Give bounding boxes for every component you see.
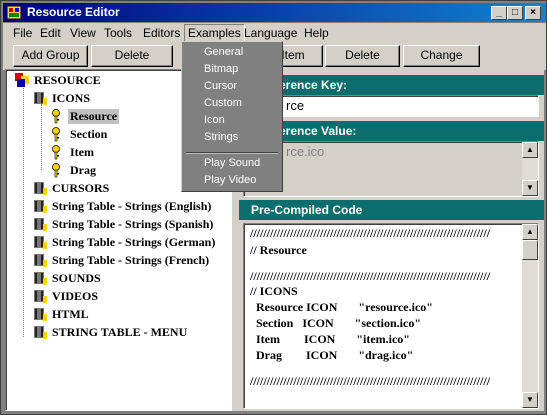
menu-item-general[interactable]: General — [204, 46, 243, 58]
film-icon — [34, 200, 47, 213]
tree-group-label: CURSORS — [52, 181, 110, 195]
menu-separator — [186, 152, 278, 154]
tree-group-label: String Table - Strings (German) — [52, 235, 216, 249]
add-group-button[interactable]: Add Group — [13, 45, 88, 67]
film-icon — [34, 254, 47, 267]
close-icon: × — [530, 7, 536, 18]
reference-value-header: erence Value: — [239, 121, 544, 141]
tree-group-label: String Table - Strings (Spanish) — [52, 217, 214, 231]
menu-language[interactable]: Language — [244, 26, 297, 40]
code-line: // Resource — [250, 243, 307, 257]
maximize-button[interactable]: □ — [507, 6, 523, 20]
tree-root-label: RESOURCE — [34, 73, 101, 87]
resource-editor-window: Resource Editor _ □ × File Edit View Too… — [0, 0, 547, 415]
code-line: ////////////////////////////////////////… — [250, 374, 491, 388]
tree-item-label: Item — [70, 145, 94, 159]
film-icon — [34, 290, 47, 303]
arrow-down-icon: ▼ — [526, 395, 534, 404]
arrow-down-icon: ▼ — [526, 183, 534, 192]
menu-item-cursor[interactable]: Cursor — [204, 80, 237, 92]
tree-item-label: Drag — [70, 163, 96, 177]
precompiled-code-area[interactable]: ////////////////////////////////////////… — [243, 223, 539, 409]
code-line: Drag ICON "drag.ico" — [250, 348, 414, 362]
key-icon — [52, 127, 60, 142]
scroll-down-button[interactable]: ▼ — [522, 180, 538, 196]
menu-item-icon[interactable]: Icon — [204, 114, 225, 126]
scroll-up-button[interactable]: ▲ — [522, 224, 538, 240]
tree-item-label: Section — [70, 127, 108, 141]
code-line: Item ICON "item.ico" — [250, 332, 410, 346]
examples-dropdown-menu: General Bitmap Cursor Custom Icon String… — [181, 41, 283, 192]
maximize-icon: □ — [511, 7, 519, 18]
arrow-up-icon: ▲ — [526, 145, 534, 154]
reference-value-label: erence Value: — [279, 124, 357, 138]
code-scrollbar[interactable]: ▲ ▼ — [522, 224, 538, 408]
reference-key-value: rce — [286, 98, 305, 113]
film-icon — [34, 218, 47, 231]
reference-key-header: erence Key: — [239, 75, 544, 95]
code-line: // ICONS — [250, 284, 298, 298]
menu-bar: File Edit View Tools Editors Examples La… — [3, 23, 546, 42]
close-button[interactable]: × — [525, 6, 541, 20]
app-icon — [7, 6, 21, 19]
window-title: Resource Editor — [27, 5, 120, 19]
film-icon — [34, 308, 47, 321]
code-line: ////////////////////////////////////////… — [250, 226, 491, 240]
film-icon — [34, 236, 47, 249]
right-pane: erence Key: rce erence Value: rce.ico ▲ … — [239, 69, 544, 411]
menu-item-custom[interactable]: Custom — [204, 97, 242, 109]
reference-key-input[interactable]: rce — [243, 95, 539, 117]
tree-line — [41, 104, 42, 170]
change-button[interactable]: Change — [403, 45, 480, 67]
minimize-button[interactable]: _ — [491, 6, 507, 20]
precompiled-header: Pre-Compiled Code — [239, 200, 544, 220]
resource-root-icon — [15, 73, 29, 87]
reference-value-scrollbar[interactable]: ▲ ▼ — [522, 142, 538, 196]
key-icon — [52, 145, 60, 160]
film-icon — [34, 272, 47, 285]
menu-editors[interactable]: Editors — [143, 26, 180, 40]
precompiled-label: Pre-Compiled Code — [251, 203, 363, 217]
minimize-icon: _ — [496, 7, 502, 18]
tree-group-label: ICONS — [52, 91, 91, 105]
delete-group-button[interactable]: Delete — [91, 45, 173, 67]
code-line: ////////////////////////////////////////… — [250, 269, 491, 283]
menu-item-bitmap[interactable]: Bitmap — [204, 63, 238, 75]
menu-item-play-video[interactable]: Play Video — [204, 174, 256, 186]
reference-key-label: erence Key: — [279, 78, 348, 92]
tree-group-label: STRING TABLE - MENU — [52, 325, 188, 339]
film-icon — [34, 326, 47, 339]
film-icon — [34, 92, 47, 105]
menu-view[interactable]: View — [70, 26, 96, 40]
reference-value-value: rce.ico — [286, 144, 325, 159]
tree-group-label: SOUNDS — [52, 271, 101, 285]
scroll-down-button[interactable]: ▼ — [522, 392, 538, 408]
code-line: Section ICON "section.ico" — [250, 316, 421, 330]
reference-value-input[interactable]: rce.ico ▲ ▼ — [243, 141, 539, 197]
key-icon — [52, 163, 60, 178]
menu-item-strings[interactable]: Strings — [204, 131, 238, 143]
code-line: Resource ICON "resource.ico" — [250, 300, 433, 314]
scroll-thumb[interactable] — [522, 240, 538, 260]
tree-group-label: String Table - Strings (English) — [52, 199, 212, 213]
tree-item-label: Resource — [68, 109, 120, 124]
menu-help[interactable]: Help — [304, 26, 329, 40]
menu-item-play-sound[interactable]: Play Sound — [204, 157, 260, 169]
film-icon — [34, 182, 47, 195]
delete-item-button[interactable]: Delete — [325, 45, 400, 67]
arrow-up-icon: ▲ — [526, 227, 534, 236]
title-bar[interactable]: Resource Editor _ □ × — [3, 3, 546, 22]
tree-line — [23, 86, 24, 337]
scroll-up-button[interactable]: ▲ — [522, 142, 538, 158]
menu-file[interactable]: File — [13, 26, 32, 40]
tree-group-label: String Table - Strings (French) — [52, 253, 210, 267]
tree-group-label: VIDEOS — [52, 289, 99, 303]
key-icon — [52, 109, 60, 124]
tree-group-label: HTML — [52, 307, 89, 321]
menu-edit[interactable]: Edit — [40, 26, 61, 40]
menu-examples[interactable]: Examples — [184, 24, 245, 42]
menu-tools[interactable]: Tools — [104, 26, 132, 40]
